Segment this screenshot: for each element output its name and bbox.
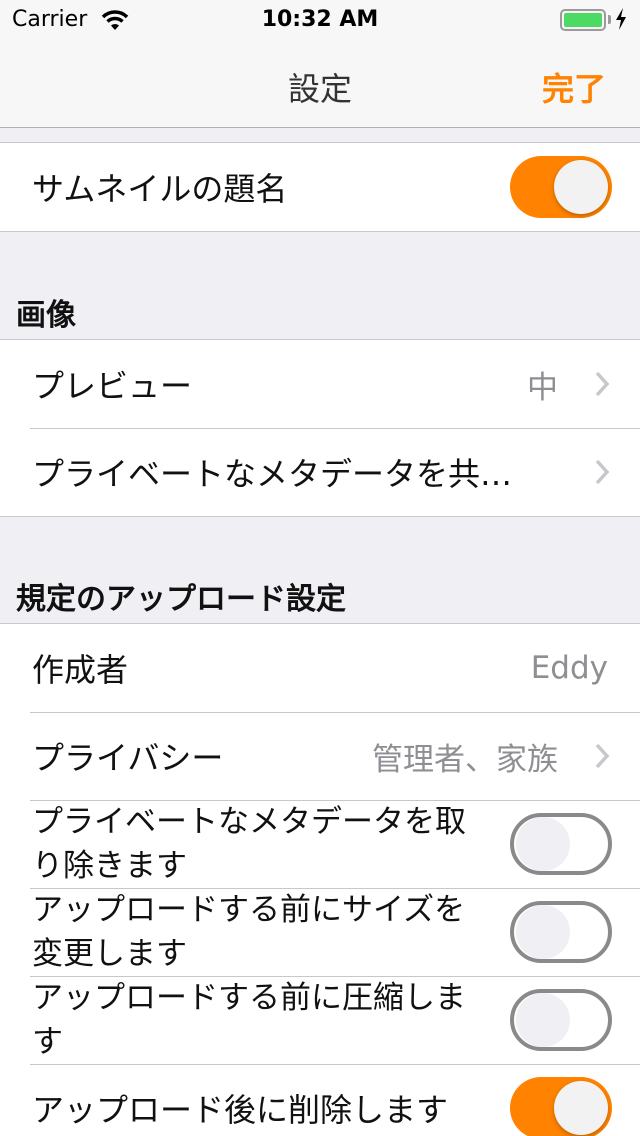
row-label: サムネイルの題名 bbox=[32, 170, 288, 208]
row-label: アップロード後に削除します bbox=[32, 1091, 449, 1129]
row-label: プレビュー bbox=[32, 367, 193, 405]
row-label: プライベートなメタデータを共… bbox=[32, 455, 513, 493]
delete-after-upload-row: アップロード後に削除します bbox=[0, 1064, 640, 1136]
row-label: アップロードする前にサイズを変更します bbox=[32, 892, 466, 972]
row-label: プライバシー bbox=[32, 739, 224, 777]
privacy-row[interactable]: プライバシー 管理者、家族 bbox=[0, 712, 640, 800]
share-private-metadata-row[interactable]: プライベートなメタデータを共… bbox=[0, 428, 640, 516]
clock: 10:32 AM bbox=[261, 7, 379, 32]
row-value: Eddy bbox=[530, 650, 608, 686]
done-button[interactable]: 完了 bbox=[542, 64, 606, 110]
settings-group-image: プレビュー 中 プライベートなメタデータを共… bbox=[0, 339, 640, 517]
strip-metadata-row: プライベートなメタデータを取り除きます bbox=[0, 800, 640, 888]
row-label: 作成者 bbox=[32, 651, 129, 689]
compress-before-upload-row: アップロードする前に圧縮します bbox=[0, 976, 640, 1064]
chevron-right-icon bbox=[595, 743, 610, 769]
chevron-right-icon bbox=[595, 459, 610, 485]
navigation-bar: 設定 完了 bbox=[0, 40, 640, 128]
resize-before-upload-row: アップロードする前にサイズを変更します bbox=[0, 888, 640, 976]
preview-row[interactable]: プレビュー 中 bbox=[0, 340, 640, 428]
status-bar: Carrier 10:32 AM bbox=[0, 0, 640, 40]
resize-before-upload-toggle[interactable] bbox=[510, 901, 612, 963]
section-header-upload: 規定のアップロード設定 bbox=[16, 582, 346, 617]
row-value: 中 bbox=[527, 369, 558, 406]
row-value: 管理者、家族 bbox=[372, 741, 558, 778]
thumbnail-title-toggle[interactable] bbox=[510, 156, 612, 218]
settings-group-top: サムネイルの題名 bbox=[0, 142, 640, 232]
row-label: アップロードする前に圧縮します bbox=[32, 980, 466, 1060]
chevron-right-icon bbox=[595, 371, 610, 397]
compress-before-upload-toggle[interactable] bbox=[510, 989, 612, 1051]
row-label: プライベートなメタデータを取り除きます bbox=[32, 804, 466, 884]
battery-icon bbox=[560, 9, 606, 31]
charging-icon bbox=[614, 7, 628, 37]
battery-tip bbox=[608, 15, 611, 24]
settings-group-upload: 作成者 Eddy プライバシー 管理者、家族 プライベートなメタデータを取り除き… bbox=[0, 623, 640, 1136]
strip-metadata-toggle[interactable] bbox=[510, 813, 612, 875]
author-row[interactable]: 作成者 Eddy bbox=[0, 624, 640, 712]
delete-after-upload-toggle[interactable] bbox=[510, 1077, 612, 1136]
section-header-image: 画像 bbox=[16, 298, 76, 333]
thumbnail-title-row: サムネイルの題名 bbox=[0, 143, 640, 231]
